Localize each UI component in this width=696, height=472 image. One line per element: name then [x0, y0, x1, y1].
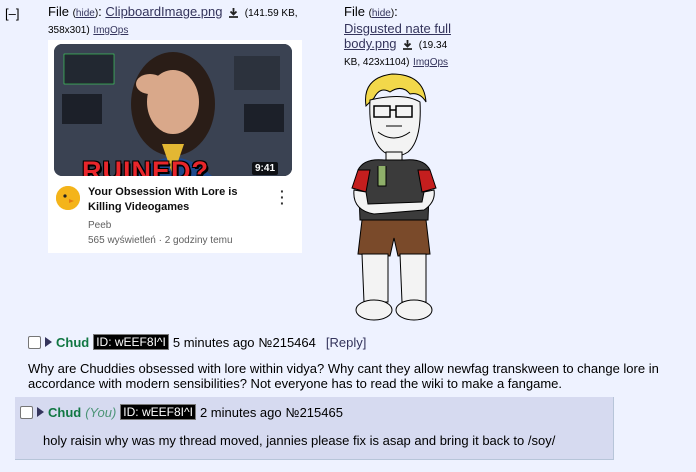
post-body: Why are Chuddies obsessed with lore with… [28, 361, 659, 391]
poster-id[interactable]: ID: wEEF8I^I [120, 404, 196, 420]
file-label: File [48, 4, 69, 19]
video-thumbnail-image: RUINED? 9:41 [54, 44, 292, 176]
file-size-part1: (19.34 [418, 40, 448, 51]
file-name-link-line2[interactable]: body.png [344, 36, 397, 51]
video-duration: 9:41 [251, 162, 278, 175]
post-time: 2 minutes ago [199, 404, 282, 420]
post-select-checkbox[interactable] [28, 335, 41, 349]
you-marker: (You) [85, 404, 117, 420]
file-size-part2: KB, 423x1104) [344, 57, 410, 68]
post-header: Chud (You) ID: wEEF8I^I 2 minutes ago №2… [20, 404, 343, 420]
more-options-icon: · · · [280, 183, 285, 211]
soyjak-figure-image [351, 73, 437, 321]
file-label: File [344, 4, 365, 19]
reply-post: Chud (You) ID: wEEF8I^I 2 minutes ago №2… [15, 397, 614, 460]
poster-name: Chud [56, 334, 90, 350]
download-icon[interactable] [402, 39, 413, 50]
post-body: holy raisin why was my thread moved, jan… [43, 433, 556, 448]
post-select-checkbox[interactable] [20, 405, 33, 419]
file-info-1: File (hide): ClipboardImage.png (141.59 … [48, 4, 298, 36]
post-number-link[interactable]: №215464 [259, 335, 316, 350]
file-name-link-line1[interactable]: Disgusted nate full [344, 21, 451, 36]
collapse-thread-button[interactable]: [–] [5, 6, 19, 21]
file-name-link[interactable]: ClipboardImage.png [105, 4, 222, 19]
poster-name: Chud [48, 404, 82, 420]
post-image-thumbnail-2[interactable] [344, 70, 440, 332]
post-time: 5 minutes ago [172, 334, 255, 350]
poster-id[interactable]: ID: wEEF8I^I [93, 334, 169, 350]
video-title: Your Obsession With Lore is Killing Vide… [88, 186, 238, 213]
post-image-thumbnail[interactable]: RUINED? 9:41 Your Obsession With Lore is… [48, 40, 302, 253]
video-meta: 565 wyświetleń · 2 godziny temu [88, 235, 233, 246]
thumbnail-overlay-text: RUINED? [82, 156, 209, 176]
hide-file-link[interactable]: hide [76, 8, 95, 19]
imgops-link[interactable]: ImgOps [413, 57, 448, 68]
post-header: Chud ID: wEEF8I^I 5 minutes ago №215464 … [28, 334, 366, 350]
imgops-link[interactable]: ImgOps [93, 25, 128, 36]
channel-avatar [56, 186, 80, 210]
post-menu-arrow-icon[interactable] [37, 407, 44, 417]
reply-link[interactable]: [Reply] [326, 335, 366, 350]
post-menu-arrow-icon[interactable] [45, 337, 52, 347]
file-info-2: File (hide): Disgusted nate full body.pn… [344, 4, 451, 68]
download-icon[interactable] [228, 7, 239, 18]
hide-file-link[interactable]: hide [372, 8, 391, 19]
channel-name: Peeb [88, 220, 112, 231]
post-number-link[interactable]: №215465 [286, 405, 343, 420]
